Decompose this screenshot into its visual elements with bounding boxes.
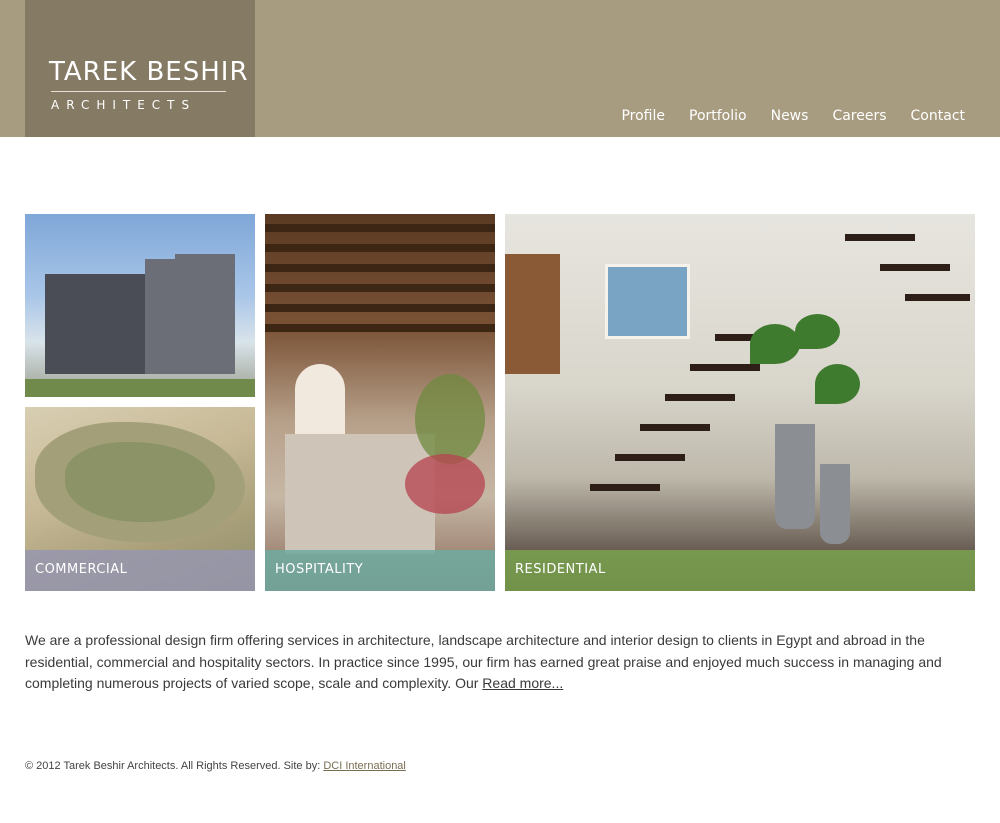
footer: © 2012 Tarek Beshir Architects. All Righ… — [25, 760, 406, 772]
logo-divider — [51, 91, 226, 92]
plant-leaf — [750, 324, 800, 364]
nav-portfolio[interactable]: Portfolio — [689, 106, 747, 126]
logo-subtitle: ARCHITECTS — [51, 98, 197, 112]
lawn-shape — [25, 379, 255, 397]
stair-step — [615, 454, 685, 461]
ceiling-beam — [265, 284, 495, 292]
logo-name: TAREK BESHIR — [49, 57, 249, 87]
building-shape — [145, 259, 185, 374]
ceiling-beam — [265, 224, 495, 232]
footer-copyright: © 2012 Tarek Beshir Architects. All Righ… — [25, 760, 324, 772]
arch-opening — [295, 364, 345, 434]
main-nav: Profile Portfolio News Careers Contact — [597, 106, 965, 126]
stair-step — [640, 424, 710, 431]
nav-careers[interactable]: Careers — [832, 106, 886, 126]
ceiling-beam — [265, 324, 495, 332]
plant-leaf — [795, 314, 840, 349]
stair-step — [690, 364, 760, 371]
residential-label: RESIDENTIAL — [505, 550, 975, 591]
footer-credit-link[interactable]: DCI International — [323, 760, 406, 772]
stair-step — [880, 264, 950, 271]
stair-step — [905, 294, 970, 301]
residential-tile[interactable]: RESIDENTIAL — [505, 214, 975, 591]
wall-artwork — [605, 264, 690, 339]
plant-leaf — [815, 364, 860, 404]
flowers-shape — [405, 454, 485, 514]
stair-step — [590, 484, 660, 491]
hospitality-tile[interactable]: HOSPITALITY — [265, 214, 495, 591]
nav-profile[interactable]: Profile — [621, 106, 665, 126]
commercial-tile[interactable]: COMMERCIAL — [25, 407, 255, 591]
hospitality-label: HOSPITALITY — [265, 550, 495, 591]
stair-step — [665, 394, 735, 401]
vase-shape — [820, 464, 850, 544]
door-shape — [505, 254, 560, 374]
site-header: TAREK BESHIR ARCHITECTS Profile Portfoli… — [0, 0, 1000, 137]
nav-contact[interactable]: Contact — [911, 106, 965, 126]
commercial-label: COMMERCIAL — [25, 550, 255, 591]
vase-shape — [775, 424, 815, 529]
foliage-shape — [415, 374, 485, 464]
nav-news[interactable]: News — [771, 106, 809, 126]
intro-paragraph: We are a professional design firm offeri… — [25, 630, 975, 695]
commercial-building-image[interactable] — [25, 214, 255, 397]
logo[interactable]: TAREK BESHIR ARCHITECTS — [25, 0, 255, 137]
ceiling-beam — [265, 304, 495, 312]
stair-step — [845, 234, 915, 241]
ceiling-beam — [265, 244, 495, 252]
read-more-link[interactable]: Read more... — [482, 675, 563, 691]
ceiling-beam — [265, 264, 495, 272]
